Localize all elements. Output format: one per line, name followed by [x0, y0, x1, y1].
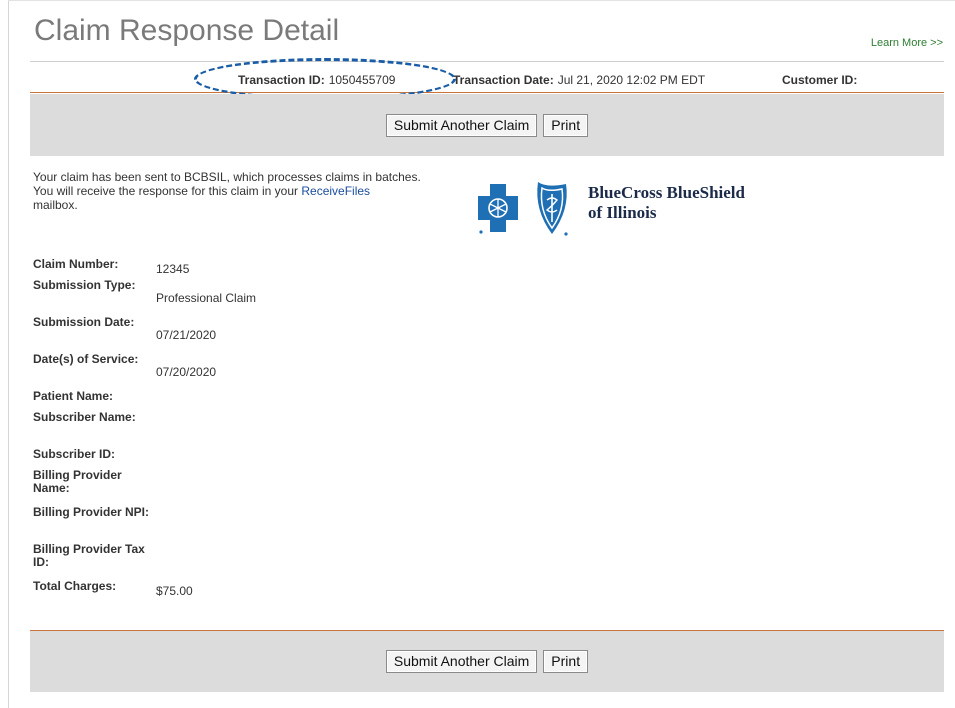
detail-row-subscriber-id: Subscriber ID:: [33, 448, 256, 469]
bottom-button-bar: Submit Another Claim Print: [30, 630, 944, 692]
detail-label: Billing Provider Name:: [33, 468, 122, 495]
detail-value: [156, 506, 256, 543]
logo-line-2: of Illinois: [588, 203, 657, 222]
receivefiles-link[interactable]: ReceiveFiles: [301, 184, 370, 198]
detail-value: [156, 469, 256, 506]
bcbs-logo-text: BlueCross BlueShield of Illinois: [588, 183, 745, 223]
page-title: Claim Response Detail: [34, 14, 340, 47]
transaction-info-bar: Transaction ID: 1050455709 Transaction Da…: [30, 61, 944, 93]
print-button[interactable]: Print: [543, 650, 589, 673]
page-border-top: [8, 0, 955, 1]
detail-value: [156, 543, 256, 580]
transaction-date-value: Jul 21, 2020 12:02 PM EDT: [557, 73, 706, 87]
detail-value: [156, 390, 256, 411]
detail-row-subscriber-name: Subscriber Name:: [33, 411, 256, 448]
detail-label: Submission Type:: [33, 278, 136, 292]
detail-label: Total Charges:: [33, 579, 117, 593]
bcbs-illinois-logo: BlueCross BlueShield of Illinois: [478, 180, 798, 240]
detail-row-submission-date: Submission Date: 07/21/2020: [33, 316, 256, 353]
detail-value: Professional Claim: [156, 290, 257, 305]
detail-label: Submission Date:: [33, 315, 135, 329]
detail-label: Billing Provider Tax ID:: [33, 542, 145, 569]
detail-row-billing-provider-name: Billing Provider Name:: [33, 469, 256, 506]
transaction-date-label: Transaction Date:: [453, 73, 554, 87]
detail-row-total-charges: Total Charges: $75.00: [33, 580, 256, 601]
cross-shield-icon: [478, 182, 568, 236]
detail-label: Date(s) of Service:: [33, 352, 139, 366]
customer-id-label: Customer ID:: [782, 73, 858, 87]
page-border-left: [8, 0, 9, 708]
claim-details-table: Claim Number: 12345 Submission Type: Pro…: [33, 258, 256, 601]
detail-row-dates-of-service: Date(s) of Service: 07/20/2020: [33, 353, 256, 390]
customer-id: Customer ID:: [782, 73, 861, 87]
learn-more-link[interactable]: Learn More >>: [871, 37, 943, 49]
detail-label: Subscriber ID:: [33, 447, 116, 461]
detail-value: $75.00: [156, 583, 193, 598]
detail-label: Claim Number:: [33, 257, 119, 271]
message-text-4: mailbox.: [33, 198, 78, 212]
detail-label: Subscriber Name:: [33, 410, 136, 424]
detail-row-billing-provider-npi: Billing Provider NPI:: [33, 506, 256, 543]
submit-another-claim-button[interactable]: Submit Another Claim: [385, 650, 538, 673]
detail-row-billing-provider-tax-id: Billing Provider Tax ID:: [33, 543, 256, 580]
claim-sent-message: Your claim has been sent to BCBSIL, whic…: [33, 170, 453, 212]
detail-value: 07/20/2020: [156, 364, 217, 379]
detail-row-claim-number: Claim Number: 12345: [33, 258, 256, 279]
detail-label: Patient Name:: [33, 389, 114, 403]
message-text-1: Your claim has been sent to: [33, 170, 181, 184]
message-text-2: which processes claims in batches.: [233, 170, 421, 184]
print-button[interactable]: Print: [543, 113, 589, 137]
submit-another-claim-button[interactable]: Submit Another Claim: [385, 113, 538, 137]
detail-label: Billing Provider NPI:: [33, 505, 150, 519]
detail-value: 12345: [156, 261, 190, 276]
payer-name: BCBSIL,: [184, 170, 231, 184]
top-button-bar: Submit Another Claim Print: [30, 94, 944, 156]
detail-value: [156, 448, 256, 469]
detail-row-submission-type: Submission Type: Professional Claim: [33, 279, 256, 316]
detail-value: [156, 411, 256, 448]
logo-line-1: BlueCross BlueShield: [588, 183, 745, 202]
message-text-3: You will receive the response for this c…: [33, 184, 302, 198]
detail-row-patient-name: Patient Name:: [33, 390, 256, 411]
transaction-date: Transaction Date: Jul 21, 2020 12:02 PM E…: [453, 73, 705, 87]
detail-value: 07/21/2020: [156, 327, 217, 342]
